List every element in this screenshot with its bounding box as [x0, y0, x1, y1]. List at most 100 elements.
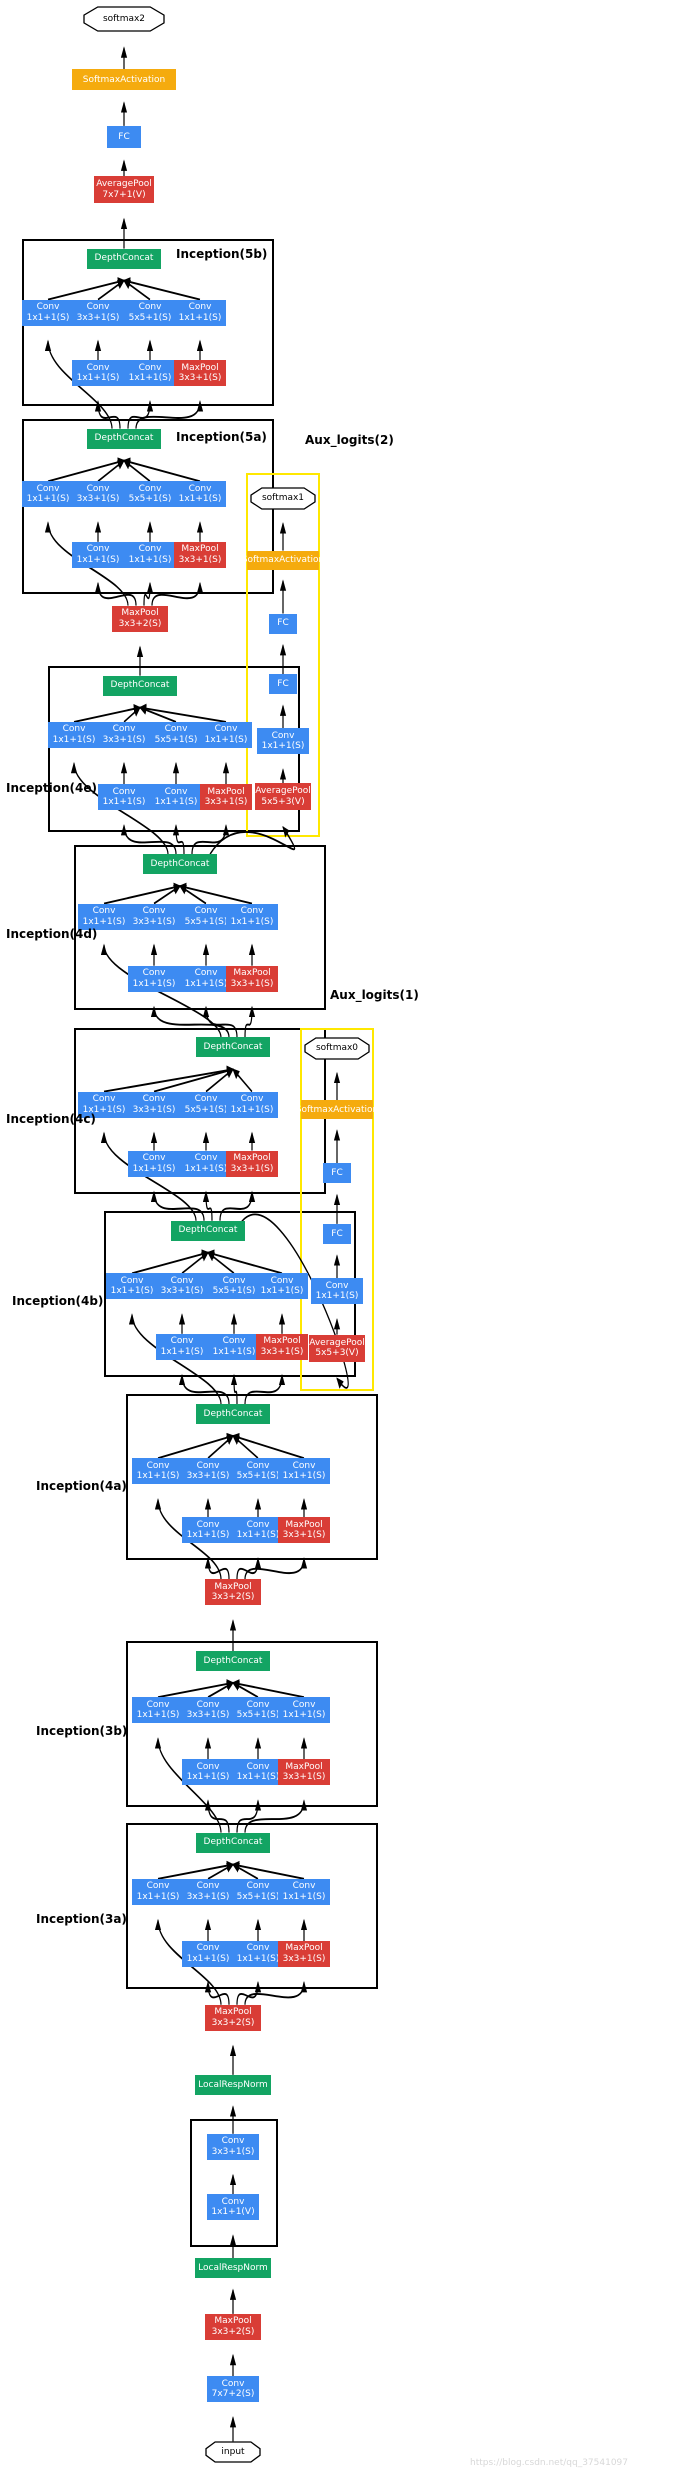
group-label-aux-logits-2: Aux_logits(2) — [305, 433, 394, 448]
group-label-inception_4b: Inception(4b) — [12, 1293, 104, 1308]
aux1-fc-1: FC — [323, 1223, 351, 1244]
conv-7x7-stem: Conv 7x7+2(S) — [207, 2376, 259, 2403]
aux2-conv-1x1: Conv 1x1+1(S) — [257, 728, 309, 755]
inception_4d-conv3x3-reduce: Conv 1x1+1(S) — [128, 965, 180, 992]
inception_4e-depthconcat: DepthConcat — [103, 675, 177, 696]
inception_4e-conv5x5: Conv 5x5+1(S) — [150, 721, 202, 748]
inception_3b-conv5x5: Conv 5x5+1(S) — [232, 1697, 284, 1724]
inception_4d-conv3x3: Conv 3x3+1(S) — [128, 903, 180, 930]
inception_5a-conv5x5: Conv 5x5+1(S) — [124, 481, 176, 508]
inception_4b-depthconcat: DepthConcat — [171, 1220, 245, 1241]
inception_5b-maxpool: MaxPool 3x3+1(S) — [174, 360, 226, 387]
avgpool-7x7: AveragePool 7x7+1(V) — [94, 176, 154, 204]
inception_3b-conv3x3-reduce: Conv 1x1+1(S) — [182, 1759, 234, 1786]
softmax2-terminal: softmax2 — [83, 6, 165, 33]
diagram-canvas: https://blog.csdn.net/qq_37541097 softma… — [0, 0, 684, 2486]
inception_4a-depthconcat: DepthConcat — [196, 1403, 270, 1424]
inception_4b-conv1x1-poolproj: Conv 1x1+1(S) — [256, 1273, 308, 1300]
group-label-aux-logits-1: Aux_logits(1) — [330, 988, 419, 1003]
inception_5b-conv5x5-reduce: Conv 1x1+1(S) — [124, 360, 176, 387]
group-label-inception_5b: Inception(5b) — [176, 247, 268, 261]
inception_4e-conv1x1: Conv 1x1+1(S) — [48, 721, 100, 748]
aux2-avgpool-5x5: AveragePool 5x5+3(V) — [255, 783, 311, 811]
inception_4b-conv1x1: Conv 1x1+1(S) — [106, 1273, 158, 1300]
conv-3x3-stem: Conv 3x3+1(S) — [207, 2133, 259, 2160]
group-label-inception_5a: Inception(5a) — [176, 430, 267, 445]
inception_3a-maxpool: MaxPool 3x3+1(S) — [278, 1940, 330, 1967]
inception_4e-conv3x3: Conv 3x3+1(S) — [98, 721, 150, 748]
inception_3b-conv1x1-poolproj: Conv 1x1+1(S) — [278, 1697, 330, 1724]
maxpool-before-4a: MaxPool 3x3+2(S) — [205, 1579, 261, 1606]
inception_5a-conv5x5-reduce: Conv 1x1+1(S) — [124, 541, 176, 568]
inception_4c-conv5x5: Conv 5x5+1(S) — [180, 1091, 232, 1118]
inception_4d-depthconcat: DepthConcat — [143, 854, 217, 875]
inception_4e-maxpool: MaxPool 3x3+1(S) — [200, 784, 252, 811]
inception_5a-depthconcat: DepthConcat — [87, 428, 161, 449]
inception_3a-conv5x5: Conv 5x5+1(S) — [232, 1878, 284, 1905]
inception_4c-conv1x1-poolproj: Conv 1x1+1(S) — [226, 1091, 278, 1118]
inception_5b-conv3x3: Conv 3x3+1(S) — [72, 299, 124, 326]
inception_5a-conv1x1: Conv 1x1+1(S) — [22, 481, 74, 508]
watermark: https://blog.csdn.net/qq_37541097 — [470, 2458, 629, 2468]
inception_4b-conv5x5: Conv 5x5+1(S) — [208, 1273, 260, 1300]
inception_3a-depthconcat: DepthConcat — [196, 1832, 270, 1853]
group-label-inception_3a: Inception(3a) — [36, 1912, 127, 1927]
inception_4b-conv3x3-reduce: Conv 1x1+1(S) — [156, 1333, 208, 1360]
inception_4e-conv1x1-poolproj: Conv 1x1+1(S) — [200, 721, 252, 748]
inception_4d-conv5x5: Conv 5x5+1(S) — [180, 903, 232, 930]
inception_4a-conv1x1-poolproj: Conv 1x1+1(S) — [278, 1458, 330, 1485]
inception_3a-conv1x1: Conv 1x1+1(S) — [132, 1878, 184, 1905]
inception_4a-conv5x5-reduce: Conv 1x1+1(S) — [232, 1517, 284, 1544]
inception_4c-conv3x3-reduce: Conv 1x1+1(S) — [128, 1150, 180, 1177]
maxpool-stem: MaxPool 3x3+2(S) — [205, 2313, 261, 2340]
inception_4e-conv5x5-reduce: Conv 1x1+1(S) — [150, 784, 202, 811]
aux1-softmaxactivation: SoftmaxActivation — [296, 1100, 378, 1120]
inception_5a-conv1x1-poolproj: Conv 1x1+1(S) — [174, 481, 226, 508]
softmaxactivation-main: SoftmaxActivation — [72, 69, 176, 91]
group-label-inception_4a: Inception(4a) — [36, 1478, 127, 1493]
group-label-inception_3b: Inception(3b) — [36, 1724, 128, 1739]
maxpool-before-3a: MaxPool 3x3+2(S) — [205, 2004, 261, 2031]
aux2-fc-2: FC — [269, 613, 297, 634]
inception_4a-conv3x3-reduce: Conv 1x1+1(S) — [182, 1517, 234, 1544]
inception_3a-conv3x3: Conv 3x3+1(S) — [182, 1878, 234, 1905]
fc-main: FC — [107, 125, 141, 148]
inception_4d-conv5x5-reduce: Conv 1x1+1(S) — [180, 965, 232, 992]
inception_3a-conv5x5-reduce: Conv 1x1+1(S) — [232, 1940, 284, 1967]
inception_3b-conv1x1: Conv 1x1+1(S) — [132, 1697, 184, 1724]
aux2-fc-1: FC — [269, 674, 297, 695]
input-terminal: input — [205, 2441, 261, 2464]
inception_5b-depthconcat: DepthConcat — [87, 248, 161, 269]
inception_4b-conv3x3: Conv 3x3+1(S) — [156, 1273, 208, 1300]
inception_3b-depthconcat: DepthConcat — [196, 1650, 270, 1671]
inception_5a-conv3x3: Conv 3x3+1(S) — [72, 481, 124, 508]
inception_4c-conv5x5-reduce: Conv 1x1+1(S) — [180, 1150, 232, 1177]
localrespnorm-2: LocalRespNorm — [195, 2074, 271, 2095]
inception_4a-maxpool: MaxPool 3x3+1(S) — [278, 1517, 330, 1544]
inception_5b-conv5x5: Conv 5x5+1(S) — [124, 299, 176, 326]
inception_4d-conv1x1-poolproj: Conv 1x1+1(S) — [226, 903, 278, 930]
conv-1x1-stem: Conv 1x1+1(V) — [207, 2194, 259, 2221]
inception_4a-conv3x3: Conv 3x3+1(S) — [182, 1458, 234, 1485]
inception_4c-depthconcat: DepthConcat — [196, 1037, 270, 1058]
inception_5b-conv1x1-poolproj: Conv 1x1+1(S) — [174, 299, 226, 326]
inception_3a-conv1x1-poolproj: Conv 1x1+1(S) — [278, 1878, 330, 1905]
maxpool-before-5a: MaxPool 3x3+2(S) — [112, 605, 168, 632]
inception_3a-conv3x3-reduce: Conv 1x1+1(S) — [182, 1940, 234, 1967]
inception_5b-conv3x3-reduce: Conv 1x1+1(S) — [72, 360, 124, 387]
group-label-inception_4e: Inception(4e) — [6, 780, 97, 795]
inception_4c-maxpool: MaxPool 3x3+1(S) — [226, 1150, 278, 1177]
inception_3b-conv3x3: Conv 3x3+1(S) — [182, 1697, 234, 1724]
inception_4b-maxpool: MaxPool 3x3+1(S) — [256, 1333, 308, 1360]
inception_4d-conv1x1: Conv 1x1+1(S) — [78, 903, 130, 930]
inception_5a-conv3x3-reduce: Conv 1x1+1(S) — [72, 541, 124, 568]
inception_5a-maxpool: MaxPool 3x3+1(S) — [174, 541, 226, 568]
aux1-fc-2: FC — [323, 1163, 351, 1184]
inception_3b-maxpool: MaxPool 3x3+1(S) — [278, 1759, 330, 1786]
aux1-conv-1x1: Conv 1x1+1(S) — [311, 1278, 363, 1305]
inception_4e-conv3x3-reduce: Conv 1x1+1(S) — [98, 784, 150, 811]
group-label-inception_4c: Inception(4c) — [6, 1112, 96, 1127]
aux2-softmaxactivation: SoftmaxActivation — [242, 550, 324, 570]
inception_4a-conv5x5: Conv 5x5+1(S) — [232, 1458, 284, 1485]
softmax0-terminal: softmax0 — [304, 1036, 370, 1060]
